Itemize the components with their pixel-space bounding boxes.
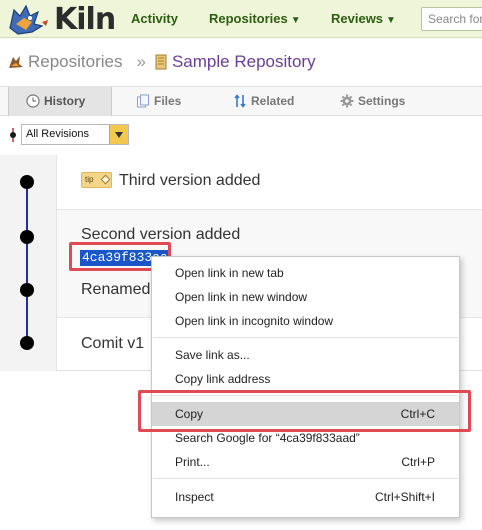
menu-item-label: Open link in new tab — [175, 266, 284, 280]
revision-node-icon — [10, 128, 16, 142]
menu-item-label: Inspect — [175, 490, 214, 504]
context-menu: Open link in new tab Open link in new wi… — [151, 256, 460, 518]
menu-separator — [153, 337, 458, 338]
menu-item-label: Copy link address — [175, 372, 271, 386]
menu-item-label: Open link in new window — [175, 290, 308, 304]
breadcrumb-repositories[interactable]: Repositories — [28, 52, 123, 71]
branch-line — [26, 182, 28, 344]
menu-item-shortcut: Ctrl+Shift+I — [374, 490, 435, 504]
menu-item-print[interactable]: Print... Ctrl+P — [152, 450, 459, 474]
changeset-node[interactable] — [20, 283, 34, 297]
copy-highlight-annotation — [138, 390, 471, 432]
caret-down-icon: ▼ — [290, 15, 301, 26]
repo-tabs: History Files Related Settings — [0, 86, 482, 116]
tab-related[interactable]: Related — [233, 87, 294, 116]
breadcrumb-current[interactable]: Sample Repository — [172, 52, 316, 71]
menu-item-open-incognito[interactable]: Open link in incognito window — [152, 309, 459, 333]
files-icon — [137, 94, 149, 108]
related-icon — [234, 94, 246, 108]
changeset-node[interactable] — [20, 336, 34, 350]
top-navbar: Kiln Activity Repositories ▼ Reviews ▼ Sea… — [0, 0, 482, 38]
changeset-title[interactable]: Third version added — [119, 172, 260, 190]
tab-label: Related — [251, 94, 295, 108]
tab-files[interactable]: Files — [136, 87, 181, 116]
revisions-filter-select[interactable]: All Revisions — [21, 124, 129, 145]
clock-icon — [26, 94, 40, 108]
breadcrumb-separator: » — [136, 51, 146, 71]
tab-history[interactable]: History — [8, 87, 112, 116]
history-graph — [0, 155, 57, 371]
nav-reviews[interactable]: Reviews ▼ — [331, 11, 396, 26]
menu-item-label: Open link in incognito window — [175, 314, 334, 328]
changeset-title[interactable]: Renamed — [81, 281, 150, 299]
kiln-small-icon — [9, 55, 23, 68]
menu-item-save-link[interactable]: Save link as... — [152, 343, 459, 367]
kiln-mascot-icon — [9, 4, 48, 35]
caret-down-icon: ▼ — [386, 15, 396, 26]
tab-label: Settings — [358, 94, 406, 108]
tab-label: Files — [154, 94, 182, 108]
logo-text: Kiln — [54, 2, 116, 37]
tab-settings[interactable]: Settings — [340, 87, 405, 116]
breadcrumb: Repositories » Sample Repository — [8, 51, 316, 75]
changeset-node[interactable] — [20, 175, 34, 189]
search-input[interactable]: Search for — [421, 7, 482, 31]
tag-icon — [100, 174, 111, 185]
menu-item-open-new-window[interactable]: Open link in new window — [152, 285, 459, 309]
nav-activity[interactable]: Activity — [131, 11, 178, 26]
nav-reviews-label: Reviews — [331, 11, 384, 26]
repository-icon — [155, 54, 167, 70]
tag-label: tip — [85, 175, 94, 184]
menu-item-label: Search Google for “4ca39f833aad” — [175, 431, 360, 445]
history-row[interactable]: tip Third version added — [57, 155, 482, 210]
chevron-down-icon[interactable] — [109, 125, 128, 144]
menu-separator — [153, 478, 458, 479]
changeset-title[interactable]: Comit v1 — [81, 335, 144, 353]
menu-item-inspect[interactable]: Inspect Ctrl+Shift+I — [152, 485, 459, 509]
nav-repositories[interactable]: Repositories ▼ — [209, 11, 301, 26]
menu-item-copy-link-address[interactable]: Copy link address — [152, 367, 459, 391]
revisions-filter-value: All Revisions — [26, 128, 89, 140]
menu-item-shortcut: Ctrl+P — [401, 455, 435, 469]
gear-icon — [340, 94, 354, 108]
tab-label: History — [44, 94, 86, 108]
menu-item-label: Save link as... — [175, 348, 250, 362]
menu-item-label: Print... — [175, 455, 210, 469]
menu-item-open-new-tab[interactable]: Open link in new tab — [152, 261, 459, 285]
tip-tag[interactable]: tip — [81, 172, 112, 188]
kiln-logo[interactable]: Kiln — [4, 2, 116, 37]
kiln-window: Kiln Activity Repositories ▼ Reviews ▼ Sea… — [0, 0, 482, 530]
nav-repositories-label: Repositories — [209, 11, 288, 26]
changeset-node[interactable] — [20, 230, 34, 244]
